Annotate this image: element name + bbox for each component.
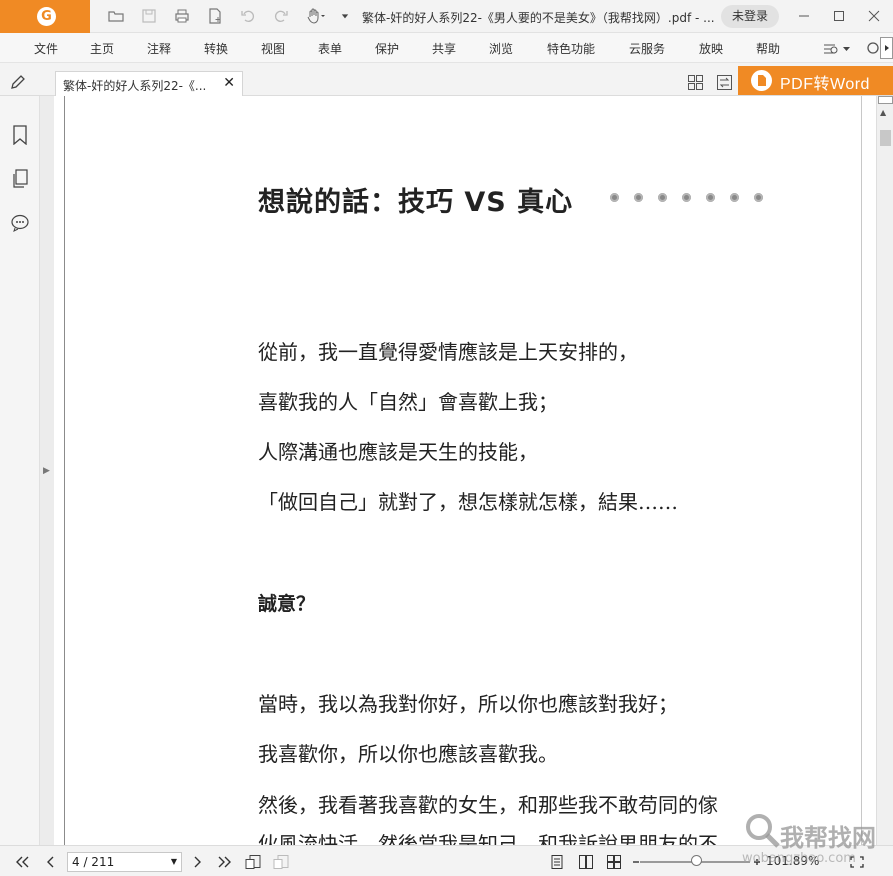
save-icon[interactable] (139, 6, 159, 26)
menu-home[interactable]: 主页 (90, 40, 114, 57)
page-number-value: 4 / 211 (72, 855, 115, 869)
text-line: 從前，我一直覺得愛情應該是上天安排的， (258, 340, 638, 364)
menu-file[interactable]: 文件 (34, 40, 58, 57)
undo-icon[interactable] (238, 6, 258, 26)
menu-help[interactable]: 帮助 (756, 40, 780, 57)
watermark-url: wobangzhao.com (742, 851, 856, 866)
heading-dots-ornament (610, 193, 770, 203)
text-line: 人際溝通也應該是天生的技能， (258, 440, 538, 464)
text-line: 喜歡我的人「自然」會喜歡上我； (258, 390, 558, 414)
section-subheading: 誠意？ (258, 593, 316, 615)
next-page-icon[interactable] (188, 853, 206, 871)
print-icon[interactable] (172, 6, 192, 26)
menu-features[interactable]: 特色功能 (547, 40, 595, 57)
app-logo[interactable]: G (0, 0, 90, 33)
search-icon[interactable] (866, 41, 880, 57)
menu-convert[interactable]: 转换 (204, 40, 228, 57)
close-tab-icon[interactable]: ✕ (223, 75, 235, 91)
document-tab-label: 繁体-奸的好人系列22-《... (63, 79, 207, 93)
scroll-up-arrow-icon[interactable]: ▲ (880, 108, 886, 117)
sidebar-expand-handle[interactable]: ▶ (40, 96, 54, 845)
sidebar-expand-arrow-icon: ▶ (43, 466, 50, 476)
quick-access-dropdown-icon[interactable] (340, 6, 350, 26)
menu-view[interactable]: 视图 (261, 40, 285, 57)
rotate-view-icon[interactable] (244, 853, 262, 871)
document-tab[interactable]: 繁体-奸的好人系列22-《... ✕ (55, 71, 243, 96)
edit-pen-icon[interactable] (9, 73, 27, 91)
menu-protect[interactable]: 保护 (375, 40, 399, 57)
minimize-icon[interactable] (792, 5, 816, 27)
document-viewport[interactable]: 想說的話：技巧 VS 真心 從前，我一直覺得愛情應該是上天安排的， 喜歡我的人「… (54, 96, 876, 845)
grid-view-icon[interactable] (687, 74, 704, 91)
menu-annotate[interactable]: 注释 (147, 40, 171, 57)
text-line: 「做回自己」就對了，想怎樣就怎樣，結果…… (258, 490, 678, 514)
pdf-to-word-icon (751, 70, 772, 91)
watermark-magnifier-icon (746, 814, 780, 848)
page-dropdown-icon[interactable]: ▼ (171, 853, 177, 871)
menu-bar: 文件 主页 注释 转换 视图 表单 保护 共享 浏览 特色功能 云服务 放映 帮… (0, 33, 893, 63)
left-sidebar (0, 96, 40, 845)
zoom-slider-handle[interactable] (691, 855, 702, 866)
open-folder-icon[interactable] (106, 6, 126, 26)
text-line: 然後，我看著我喜歡的女生，和那些我不敢苟同的傢 (258, 793, 718, 817)
new-document-icon[interactable] (205, 6, 225, 26)
login-button[interactable]: 未登录 (721, 5, 779, 28)
app-logo-icon: G (37, 7, 56, 26)
pdf-page: 想說的話：技巧 VS 真心 從前，我一直覺得愛情應該是上天安排的， 喜歡我的人「… (64, 96, 862, 845)
menu-slideshow[interactable]: 放映 (699, 40, 723, 57)
page-heading: 想說的話：技巧 VS 真心 (258, 187, 574, 218)
display-mode-icon[interactable] (822, 41, 852, 57)
site-watermark: 我帮找网 wobangzhao.com (740, 808, 890, 868)
menu-share[interactable]: 共享 (432, 40, 456, 57)
window-title: 繁体-奸的好人系列22-《男人要的不是美女》（我帮找网）.pdf - ... (362, 11, 715, 25)
switch-window-icon[interactable] (716, 74, 733, 91)
scrollbar-top-box (878, 96, 893, 104)
title-bar: G 繁体-奸的好人系列22-《男人要的不是美女》（我帮找网）.pdf - ...… (0, 0, 893, 33)
continuous-view-icon[interactable] (577, 853, 595, 871)
previous-page-icon[interactable] (42, 853, 60, 871)
pages-thumbnail-icon[interactable] (9, 168, 31, 190)
pdf-to-word-button[interactable]: PDF转Word (738, 66, 893, 95)
text-line: 伙風流快活，然後當我是知己，和我訴說男朋友的不 (258, 832, 718, 845)
text-line: 我喜歡你，所以你也應該喜歡我。 (258, 742, 558, 766)
text-line: 當時，我以為我對你好，所以你也應該對我好； (258, 692, 678, 716)
maximize-icon[interactable] (827, 5, 851, 27)
two-page-view-icon[interactable] (605, 853, 623, 871)
scrollbar-thumb[interactable] (880, 130, 891, 146)
expand-ribbon-icon[interactable] (880, 37, 893, 59)
menu-form[interactable]: 表单 (318, 40, 342, 57)
hand-tool-icon[interactable] (304, 6, 328, 26)
watermark-text: 我帮找网 (780, 824, 876, 852)
first-page-icon[interactable] (13, 853, 31, 871)
redo-icon[interactable] (271, 6, 291, 26)
page-number-input[interactable]: 4 / 211 ▼ (67, 852, 182, 872)
last-page-icon[interactable] (216, 853, 234, 871)
pdf-to-word-label: PDF转Word (780, 76, 870, 93)
menu-browse[interactable]: 浏览 (489, 40, 513, 57)
comments-icon[interactable] (9, 212, 31, 234)
vertical-scrollbar[interactable]: ▲ (876, 96, 893, 845)
close-window-icon[interactable] (862, 5, 886, 27)
bookmark-icon[interactable] (9, 124, 31, 146)
menu-cloud[interactable]: 云服务 (629, 40, 665, 57)
copy-view-icon[interactable] (272, 853, 290, 871)
single-page-view-icon[interactable] (548, 853, 566, 871)
